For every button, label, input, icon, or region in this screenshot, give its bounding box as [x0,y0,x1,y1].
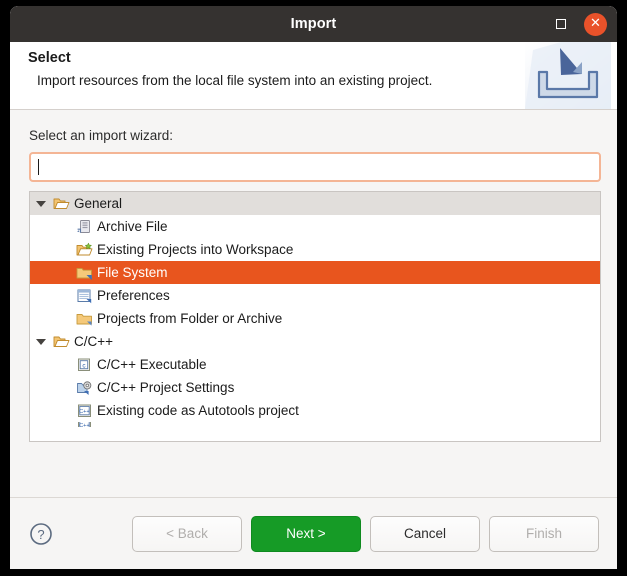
project-settings-icon [76,380,93,396]
dialog-header: Select Import resources from the local f… [10,42,617,110]
help-button[interactable]: ? [28,521,54,547]
title-bar: Import ✕ [10,6,617,42]
svg-text:C++: C++ [79,409,90,415]
tree-row-label: General [74,197,122,211]
tree-row-label: Existing code as Autotools project [97,404,299,418]
cpp-file-icon: C++ [76,403,93,419]
next-button[interactable]: Next > [251,516,361,552]
tree-row-label: C/C++ Executable [97,358,207,372]
chevron-down-icon[interactable] [30,339,52,345]
window-controls: ✕ [550,6,607,42]
tree-row[interactable]: C/C++ Project Settings [30,376,600,399]
svg-text:?: ? [37,527,44,542]
cpp-file-icon: C++ [76,422,93,427]
tree-row-label: File System [97,266,168,280]
tree-row[interactable]: Archive File [30,215,600,238]
folder-new-icon [75,241,93,258]
archive-file-icon [76,219,93,235]
chevron-down-icon[interactable] [30,201,52,207]
back-button: < Back [132,516,242,552]
preferences-sheet-icon [76,288,93,304]
dialog-footer: ? < BackNext >CancelFinish [10,497,617,569]
tree-row-label: C/C++ Project Settings [97,381,234,395]
c-file-icon: c [76,357,93,373]
tree-row[interactable]: c C/C++ Executable [30,353,600,376]
dialog-body: Select an import wizard: General Archive … [10,110,617,497]
close-x-icon: ✕ [590,17,601,30]
svg-text:C++: C++ [79,423,90,427]
tree-row[interactable]: Projects from Folder or Archive [30,307,600,330]
c-file-icon: c [75,356,93,373]
tree-row[interactable]: General [30,192,600,215]
open-folder-icon [53,196,70,212]
help-question-icon: ? [29,522,53,546]
tree-row[interactable]: Preferences [30,284,600,307]
tree-row[interactable]: C++ Existing code as Autotools project [30,399,600,422]
maximize-square-icon [556,19,566,29]
wizard-label: Select an import wizard: [29,128,601,143]
tree-row[interactable]: C/C++ [30,330,600,353]
maximize-button[interactable] [550,13,572,35]
dialog-buttons: < BackNext >CancelFinish [132,516,599,552]
preferences-sheet-icon [75,287,93,304]
tree-row[interactable]: Existing Projects into Workspace [30,238,600,261]
close-button[interactable]: ✕ [584,13,607,36]
folder-icon [76,311,93,327]
text-caret [38,159,39,175]
import-tray-arrow-icon [525,42,611,109]
open-folder-icon [53,334,70,350]
tree-row-label: Existing Projects into Workspace [97,243,293,257]
import-dialog: Import ✕ Select Import resources from th… [10,6,617,569]
folder-icon [75,310,93,327]
project-settings-icon [75,379,93,396]
folder-arrow-icon [76,265,93,281]
cpp-file-icon: C++ [75,402,93,419]
cancel-button[interactable]: Cancel [370,516,480,552]
tree-row-label: Projects from Folder or Archive [97,312,282,326]
tree-row-label: C/C++ [74,335,113,349]
open-folder-icon [52,333,70,350]
body-spacer [29,442,601,497]
window-title: Import [291,16,337,32]
folder-arrow-icon [75,264,93,281]
import-wizard-tree[interactable]: General Archive File Existing Projects int… [29,191,601,442]
open-folder-icon [52,195,70,212]
tree-row-label: Preferences [97,289,170,303]
finish-button: Finish [489,516,599,552]
page-title: Select [28,50,601,66]
wizard-filter-input[interactable] [29,152,601,182]
cpp-file-icon: C++ [75,422,93,427]
tree-row[interactable]: File System [30,261,600,284]
page-description: Import resources from the local file sys… [37,73,601,88]
tree-row-label: Archive File [97,220,168,234]
archive-file-icon [75,218,93,235]
tree-row[interactable]: C++ [30,422,600,427]
folder-new-icon [76,242,93,258]
